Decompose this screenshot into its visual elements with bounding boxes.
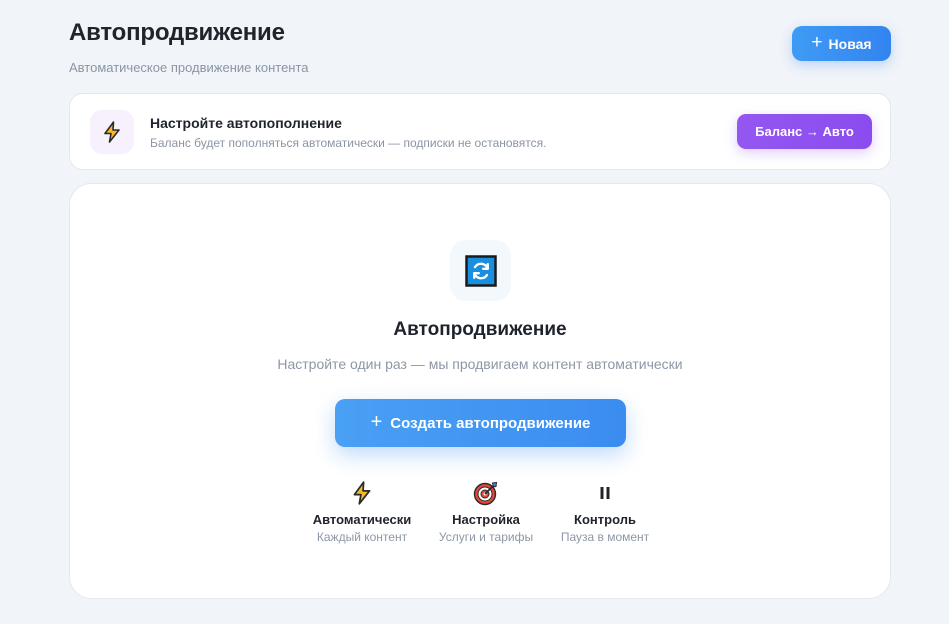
empty-state-subtitle: Настройте один раз — мы продвигаем конте… (277, 356, 683, 372)
feature-title: Настройка (452, 512, 520, 527)
feature-control: Контроль Пауза в момент (540, 480, 670, 544)
new-button[interactable]: + Новая (792, 26, 891, 61)
plus-icon: + (370, 411, 383, 433)
feature-description: Каждый контент (316, 530, 408, 544)
feature-title: Контроль (574, 512, 636, 527)
empty-state-card: Автопродвижение Настройте один раз — мы … (69, 183, 891, 599)
autopay-banner: Настройте автопополнение Баланс будет по… (69, 93, 891, 170)
feature-description: Услуги и тарифы (438, 530, 534, 544)
page-title: Автопродвижение (69, 19, 285, 46)
feature-description: Пауза в момент (560, 530, 650, 544)
feature-title: Автоматически (312, 512, 412, 527)
empty-state-title: Автопродвижение (393, 319, 567, 340)
balance-auto-button[interactable]: Баланс → Авто (737, 114, 872, 149)
feature-settings: Настройка Услуги и тарифы (421, 480, 551, 544)
target-icon (421, 480, 551, 506)
pause-icon (540, 480, 670, 506)
plus-icon: + (811, 32, 823, 53)
feature-automatic: Автоматически Каждый контент (297, 480, 427, 544)
new-button-label: Новая (828, 35, 872, 52)
page-subtitle: Автоматическое продвижение контента (69, 60, 309, 75)
create-button-label: Создать автопродвижение (390, 414, 591, 432)
lightning-icon (297, 480, 427, 506)
lightning-icon (90, 110, 134, 154)
create-autopromotion-button[interactable]: + Создать автопродвижение (335, 399, 626, 447)
autopay-title: Настройте автопополнение (150, 115, 342, 131)
autopay-description: Баланс будет пополняться автоматически —… (150, 136, 547, 150)
refresh-icon (450, 240, 511, 301)
